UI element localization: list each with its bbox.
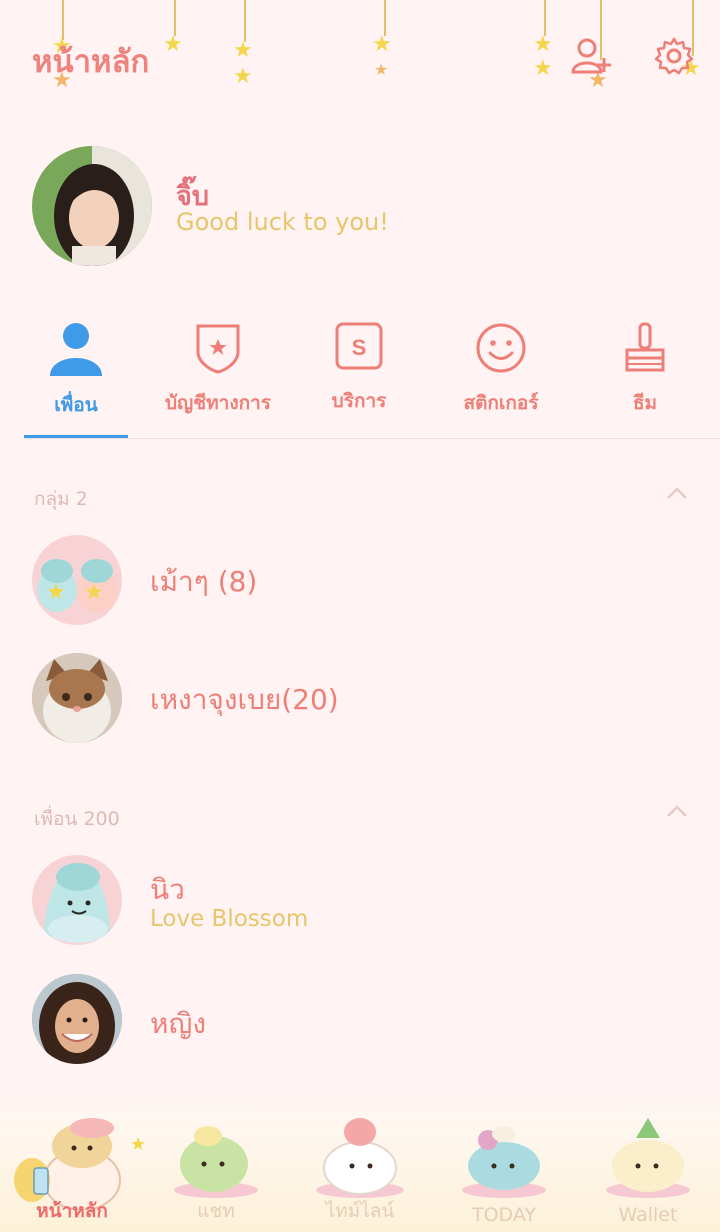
add-friend-button[interactable] — [570, 36, 612, 76]
wallet-character-icon — [606, 1118, 690, 1198]
brush-icon — [625, 322, 665, 372]
active-tab-indicator — [24, 435, 128, 438]
add-friend-icon — [571, 38, 611, 74]
chevron-up-icon[interactable] — [666, 804, 688, 818]
person-icon — [50, 323, 102, 376]
service-s-icon: S — [335, 322, 383, 370]
tab-themes-label: ธีม — [632, 392, 658, 414]
home-character-icon: ★ — [14, 1118, 146, 1211]
gear-icon — [654, 37, 694, 75]
today-character-icon — [462, 1126, 546, 1198]
page-title: หน้าหลัก — [32, 44, 150, 80]
nav-today-label: TODAY — [472, 1204, 536, 1226]
tabs-divider — [24, 438, 720, 439]
svg-text:★: ★ — [130, 1134, 144, 1155]
friend-status-message: Love Blossom — [150, 906, 309, 932]
shield-icon — [196, 324, 240, 374]
chats-character-icon — [174, 1126, 258, 1198]
group-avatar[interactable] — [32, 653, 122, 743]
nav-today[interactable]: TODAY — [432, 1110, 576, 1232]
nav-wallet[interactable]: Wallet — [576, 1110, 720, 1232]
nav-timeline[interactable]: ไทม์ไลน์ — [288, 1110, 432, 1232]
profile-avatar[interactable] — [32, 146, 152, 266]
svg-text:S: S — [352, 335, 367, 360]
nav-wallet-label: Wallet — [618, 1204, 678, 1226]
tab-services[interactable]: S บริการ — [289, 322, 429, 416]
friend-avatar[interactable] — [32, 855, 122, 945]
tab-friends-label: เพื่อน — [54, 394, 98, 416]
friends-section-header: เพื่อน 200 — [34, 808, 120, 830]
nav-chats-label: แชท — [197, 1200, 235, 1222]
smiley-icon — [476, 323, 526, 373]
tab-stickers-label: สติกเกอร์ — [463, 392, 539, 414]
nav-home-label: หน้าหลัก — [36, 1200, 108, 1222]
group-avatar[interactable]: ★ ★ — [32, 535, 122, 625]
svg-text:★: ★ — [46, 580, 66, 605]
tab-services-label: บริการ — [331, 390, 387, 412]
nav-timeline-label: ไทม์ไลน์ — [325, 1200, 395, 1222]
timeline-character-icon — [316, 1118, 404, 1198]
tab-friends[interactable]: เพื่อน — [6, 322, 146, 420]
nav-chats[interactable]: แชท — [144, 1110, 288, 1232]
chevron-up-icon[interactable] — [666, 486, 688, 500]
group-name[interactable]: เม้าๆ (8) — [150, 560, 257, 604]
group-name[interactable]: เหงาจุงเบย(20) — [150, 678, 339, 722]
tab-official-accounts[interactable]: บัญชีทางการ — [148, 322, 288, 418]
tab-stickers[interactable]: สติกเกอร์ — [431, 322, 571, 418]
friend-avatar[interactable] — [32, 974, 122, 1064]
tab-themes[interactable]: ธีม — [575, 322, 715, 418]
groups-section-header: กลุ่ม 2 — [34, 488, 88, 510]
tab-official-accounts-label: บัญชีทางการ — [165, 392, 271, 414]
svg-text:★: ★ — [84, 580, 104, 605]
profile-status-message: Good luck to you! — [176, 208, 389, 236]
friend-name[interactable]: หญิง — [150, 1002, 206, 1046]
settings-button[interactable] — [654, 36, 696, 76]
nav-home[interactable]: ★ หน้าหลัก — [0, 1110, 146, 1232]
